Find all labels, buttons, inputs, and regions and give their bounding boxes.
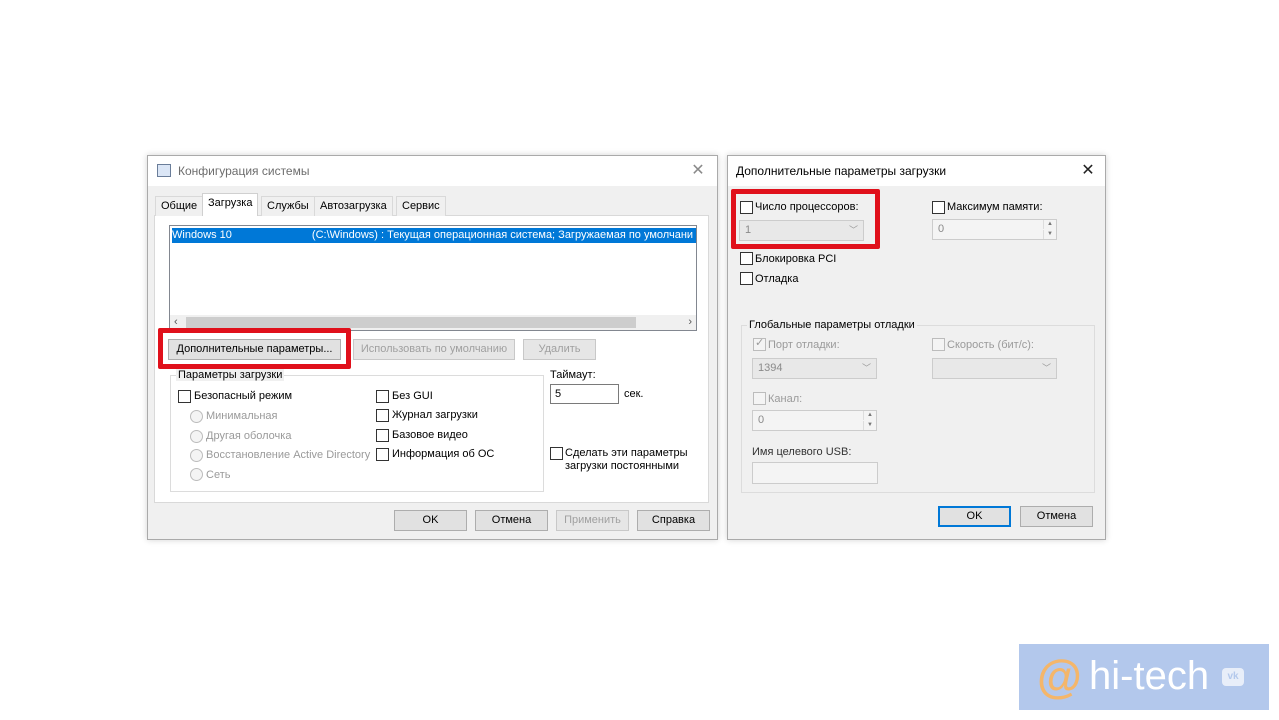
channel-value: 0: [758, 414, 765, 426]
window-title: Дополнительные параметры загрузки: [736, 164, 947, 178]
app-icon: [157, 164, 171, 177]
cancel-button[interactable]: Отмена: [475, 510, 548, 531]
debug-port-select[interactable]: 1394 ﹀: [752, 358, 877, 379]
boot-log-label: Журнал загрузки: [392, 409, 478, 421]
delete-button[interactable]: Удалить: [523, 339, 596, 360]
debug-checkbox[interactable]: [740, 272, 753, 285]
make-permanent-checkbox[interactable]: [550, 447, 563, 460]
titlebar: Дополнительные параметры загрузки ✕: [728, 156, 1105, 186]
ok-button[interactable]: OK: [938, 506, 1011, 527]
spin-down-icon[interactable]: ▼: [1043, 230, 1056, 239]
highlight-advanced-button: [158, 328, 351, 369]
list-item[interactable]: Windows 10 (C:\Windows) : Текущая операци…: [172, 228, 696, 243]
channel-checkbox[interactable]: [753, 392, 766, 405]
os-entry-details: (C:\Windows) : Текущая операционная сист…: [311, 229, 694, 241]
alternate-shell-label: Другая оболочка: [206, 430, 292, 442]
set-default-button[interactable]: Использовать по умолчанию: [353, 339, 515, 360]
base-video-label: Базовое видео: [392, 429, 468, 441]
usb-target-label: Имя целевого USB:: [752, 446, 852, 458]
debug-port-label: Порт отладки:: [768, 339, 840, 351]
max-memory-checkbox[interactable]: [932, 201, 945, 214]
at-icon: @: [1037, 650, 1082, 702]
boot-options-title: Параметры загрузки: [176, 369, 285, 381]
baud-rate-select[interactable]: ﹀: [932, 358, 1057, 379]
hi-tech-logo: @ hi-tech vk: [1019, 644, 1269, 710]
timeout-unit: сек.: [624, 388, 644, 400]
tab-general[interactable]: Общие: [155, 196, 204, 216]
usb-target-input[interactable]: [752, 462, 878, 484]
safe-boot-checkbox[interactable]: [178, 390, 191, 403]
pci-lock-checkbox[interactable]: [740, 252, 753, 265]
apply-button[interactable]: Применить: [556, 510, 629, 531]
no-gui-checkbox[interactable]: [376, 390, 389, 403]
pci-lock-label: Блокировка PCI: [755, 253, 837, 265]
close-icon[interactable]: ✕: [1077, 160, 1099, 182]
tab-boot[interactable]: Загрузка: [202, 193, 259, 216]
max-memory-value: 0: [938, 223, 945, 235]
alternate-shell-radio[interactable]: [190, 430, 203, 443]
close-icon[interactable]: ✕: [687, 160, 709, 182]
ad-repair-label: Восстановление Active Directory: [206, 449, 371, 461]
brand-name: hi-tech: [1089, 654, 1210, 698]
base-video-checkbox[interactable]: [376, 429, 389, 442]
spin-down-icon[interactable]: ▼: [863, 421, 876, 430]
titlebar: Конфигурация системы ✕: [148, 156, 717, 186]
tab-services[interactable]: Службы: [261, 196, 315, 216]
timeout-value: 5: [555, 388, 562, 400]
network-radio[interactable]: [190, 468, 203, 481]
highlight-num-processors: [731, 189, 880, 249]
debug-label: Отладка: [755, 273, 799, 285]
boot-log-checkbox[interactable]: [376, 409, 389, 422]
timeout-label: Таймаут:: [550, 369, 596, 381]
chevron-down-icon: ﹀: [1041, 363, 1051, 373]
safe-boot-label: Безопасный режим: [194, 390, 293, 402]
spin-up-icon[interactable]: ▲: [863, 411, 876, 420]
debug-port-value: 1394: [758, 362, 783, 374]
minimal-label: Минимальная: [206, 410, 278, 422]
baud-rate-label: Скорость (бит/с):: [947, 339, 1034, 351]
os-info-label: Информация об ОС: [392, 448, 495, 460]
debug-port-checkbox[interactable]: [753, 336, 766, 351]
os-info-checkbox[interactable]: [376, 448, 389, 461]
ok-button[interactable]: OK: [394, 510, 467, 531]
ad-repair-radio[interactable]: [190, 449, 203, 462]
cancel-button[interactable]: Отмена: [1020, 506, 1093, 527]
max-memory-stepper[interactable]: 0 ▲ ▼: [932, 219, 1057, 240]
scrollbar-thumb[interactable]: [186, 317, 636, 328]
window-title: Конфигурация системы: [178, 164, 310, 178]
channel-stepper[interactable]: 0 ▲ ▼: [752, 410, 877, 431]
scroll-right-icon[interactable]: ›: [688, 315, 692, 330]
spin-up-icon[interactable]: ▲: [1043, 220, 1056, 229]
baud-rate-checkbox[interactable]: [932, 338, 945, 351]
tab-tools[interactable]: Сервис: [396, 196, 446, 216]
max-memory-label: Максимум памяти:: [947, 201, 1043, 213]
channel-label: Канал:: [768, 393, 803, 405]
help-button[interactable]: Справка: [637, 510, 710, 531]
os-list[interactable]: Windows 10 (C:\Windows) : Текущая операци…: [169, 225, 697, 331]
no-gui-label: Без GUI: [392, 390, 433, 402]
global-debug-title: Глобальные параметры отладки: [747, 319, 917, 331]
tab-startup[interactable]: Автозагрузка: [314, 196, 393, 216]
minimal-radio[interactable]: [190, 410, 203, 423]
os-entry-name: Windows 10: [172, 229, 232, 241]
vk-icon: vk: [1222, 668, 1244, 686]
network-label: Сеть: [206, 469, 231, 481]
chevron-down-icon: ﹀: [861, 363, 871, 373]
make-permanent-label: Сделать эти параметры загрузки постоянны…: [565, 447, 688, 472]
timeout-input[interactable]: 5: [550, 384, 619, 404]
